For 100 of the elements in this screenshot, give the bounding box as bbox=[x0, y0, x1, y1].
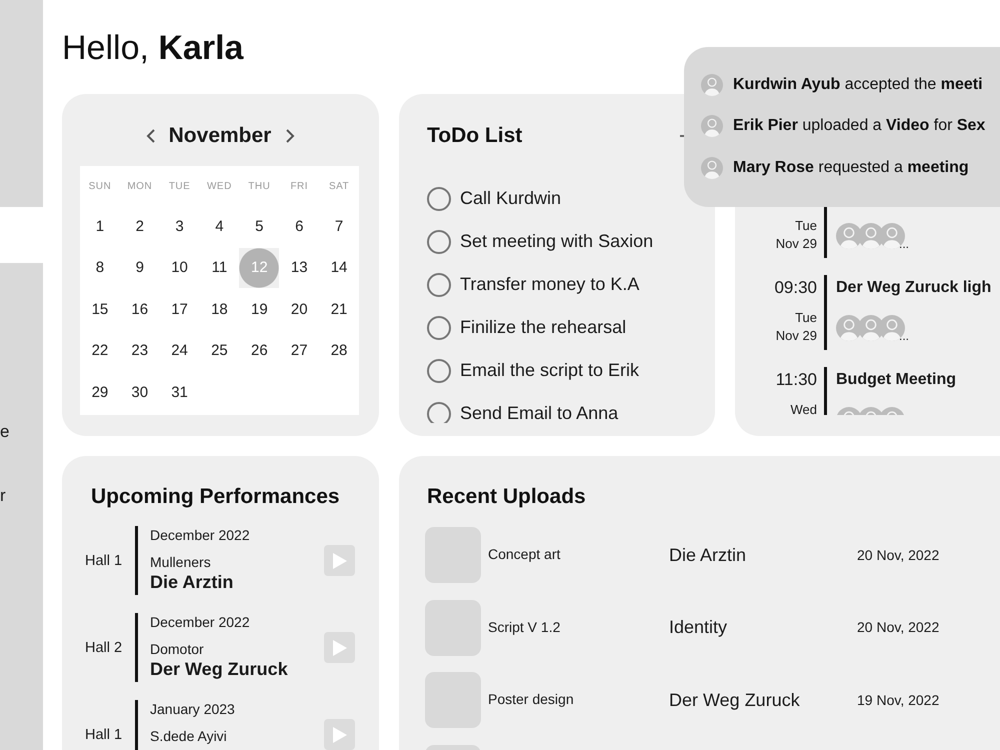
calendar-day[interactable]: 30 bbox=[131, 382, 148, 403]
weekday-label: MON bbox=[127, 180, 152, 194]
calendar-day[interactable]: 20 bbox=[290, 300, 308, 320]
calendar-day[interactable]: 16 bbox=[131, 300, 148, 320]
calendar-day[interactable]: 4 bbox=[215, 216, 224, 237]
avatar-icon bbox=[701, 115, 723, 138]
more-indicator: ... bbox=[899, 331, 910, 341]
avatar-icon bbox=[836, 223, 862, 249]
weekday-label: THU bbox=[248, 180, 270, 194]
project-name: Die Arztin bbox=[669, 544, 746, 564]
avatar-icon bbox=[701, 156, 723, 179]
notification-text[interactable]: Kurdwin Ayub accepted the meeti bbox=[733, 74, 983, 96]
calendar-day[interactable]: 28 bbox=[330, 341, 348, 362]
project-name: Der Weg Zuruck bbox=[669, 690, 800, 710]
meeting-date: Nov 29 bbox=[776, 235, 817, 253]
notification-text[interactable]: Mary Rose requested a meeting bbox=[733, 156, 969, 179]
file-name[interactable]: Concept art bbox=[488, 546, 560, 562]
calendar-day[interactable]: 27 bbox=[290, 341, 308, 362]
play-icon bbox=[332, 726, 346, 742]
calendar-day[interactable]: 5 bbox=[255, 216, 264, 237]
calendar-day[interactable]: 11 bbox=[212, 258, 228, 278]
todo-checkbox[interactable] bbox=[427, 187, 451, 211]
weekday-label: SAT bbox=[328, 180, 350, 194]
hall-label: Hall 2 bbox=[85, 640, 122, 656]
avatar-icon bbox=[879, 223, 905, 249]
file-name[interactable]: Poster design bbox=[488, 691, 574, 708]
meeting-time: 11:30 bbox=[776, 369, 817, 391]
project-name: Identity bbox=[669, 617, 728, 638]
performance-title: Der Weg Zuruck bbox=[150, 658, 288, 680]
company-name: S.dede Ayivi bbox=[150, 727, 227, 745]
weekday-label: SUN bbox=[88, 180, 112, 194]
performance-title: Die Arztin bbox=[150, 571, 234, 593]
company-name: Mulleners bbox=[150, 553, 211, 571]
chevron-left-icon[interactable] bbox=[146, 128, 156, 144]
todo-checkbox[interactable] bbox=[427, 273, 451, 297]
calendar-day[interactable]: 6 bbox=[295, 216, 304, 237]
calendar-day[interactable]: 13 bbox=[290, 258, 308, 278]
todo-title: ToDo List bbox=[427, 123, 522, 149]
performance-date: January 2023 bbox=[150, 700, 235, 718]
play-icon bbox=[332, 640, 346, 656]
play-icon bbox=[332, 552, 346, 568]
section-title: Recent Uploads bbox=[427, 484, 586, 510]
todo-checkbox[interactable] bbox=[427, 230, 451, 254]
sidebar-item[interactable]: r bbox=[0, 484, 6, 508]
calendar-day[interactable]: 25 bbox=[211, 341, 228, 362]
calendar-day[interactable]: 26 bbox=[250, 341, 268, 362]
calendar-day[interactable]: 24 bbox=[171, 341, 188, 362]
calendar-day[interactable]: 31 bbox=[171, 382, 188, 403]
calendar-day[interactable]: 2 bbox=[136, 216, 144, 237]
calendar-day[interactable]: 17 bbox=[171, 300, 188, 320]
hall-label: Hall 1 bbox=[85, 726, 122, 742]
calendar-day[interactable]: 9 bbox=[136, 258, 144, 278]
hall-label: Hall 1 bbox=[85, 552, 122, 568]
chevron-right-icon[interactable] bbox=[285, 128, 296, 144]
performance-date: December 2022 bbox=[150, 613, 250, 631]
calendar-day[interactable]: 8 bbox=[96, 258, 104, 278]
calendar-day[interactable]: 19 bbox=[250, 300, 268, 320]
calendar-day[interactable]: 21 bbox=[330, 300, 348, 320]
meeting-day: Tue bbox=[795, 217, 817, 235]
dash-icon bbox=[680, 135, 684, 137]
calendar-day[interactable]: 18 bbox=[211, 300, 228, 320]
todo-text: Call Kurdwin bbox=[460, 186, 562, 210]
calendar-day[interactable]: 29 bbox=[92, 382, 108, 403]
upload-date: 20 Nov, 2022 bbox=[857, 546, 940, 564]
calendar-day[interactable]: 1 bbox=[96, 216, 104, 237]
avatar-icon bbox=[701, 74, 723, 96]
calendar-day[interactable]: 14 bbox=[330, 258, 348, 278]
weekday-label: TUE bbox=[168, 180, 190, 194]
todo-text: Transfer money to K.A bbox=[460, 272, 640, 296]
todo-text: Email the script to Erik bbox=[460, 358, 640, 382]
upload-date: 19 Nov, 2022 bbox=[857, 690, 940, 710]
file-name[interactable]: Script V 1.2 bbox=[488, 618, 560, 635]
todo-checkbox[interactable] bbox=[427, 402, 451, 423]
notification-text[interactable]: Erik Pier uploaded a Video for Sex bbox=[733, 115, 986, 138]
meeting-title: Der Weg Zuruck ligh bbox=[836, 278, 992, 298]
upload-date: 20 Nov, 2022 bbox=[857, 618, 940, 638]
meeting-day: Wed bbox=[790, 401, 817, 415]
calendar-day[interactable]: 15 bbox=[92, 300, 108, 320]
weekday-label: FRI bbox=[290, 180, 308, 194]
todo-checkbox[interactable] bbox=[427, 359, 451, 383]
section-title: Upcoming Performances bbox=[91, 484, 340, 510]
calendar-day[interactable]: 7 bbox=[334, 216, 344, 237]
todo-text: Set meeting with Saxion bbox=[460, 230, 654, 252]
more-indicator: ... bbox=[899, 239, 910, 249]
sidebar-item[interactable]: e bbox=[0, 420, 10, 444]
todo-text: Finilize the rehearsal bbox=[460, 316, 626, 338]
greeting-heading: Hello, Karla bbox=[62, 28, 244, 68]
calendar-day[interactable]: 23 bbox=[131, 341, 148, 362]
calendar-day[interactable]: 22 bbox=[92, 341, 108, 362]
meeting-day: Tue bbox=[795, 309, 817, 327]
calendar-day[interactable]: 10 bbox=[171, 258, 188, 278]
meeting-time: 09:30 bbox=[774, 277, 817, 299]
todo-text: Send Email to Anna bbox=[460, 402, 618, 423]
avatar-icon bbox=[879, 315, 905, 341]
todo-checkbox[interactable] bbox=[427, 316, 451, 340]
avatar-icon bbox=[836, 315, 862, 341]
company-name: Domotor bbox=[150, 640, 204, 658]
performance-date: December 2022 bbox=[150, 526, 250, 544]
calendar-day[interactable]: 3 bbox=[175, 216, 184, 237]
weekday-label: WED bbox=[206, 180, 232, 194]
